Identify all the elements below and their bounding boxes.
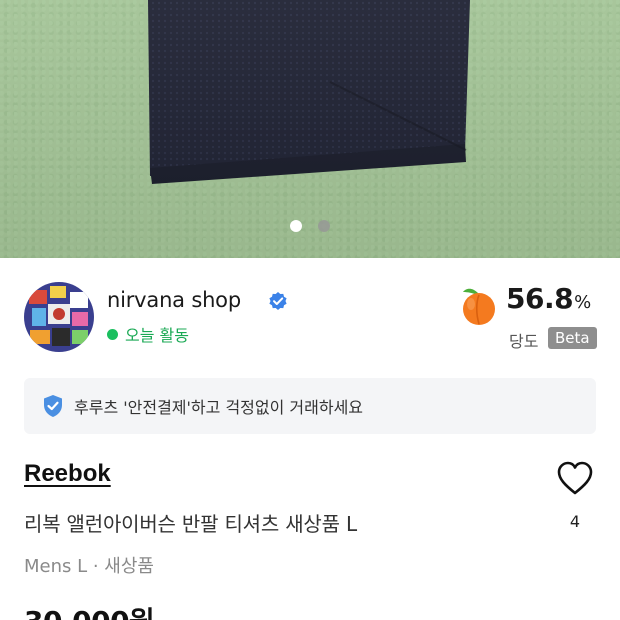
safe-payment-banner[interactable]: 후루츠 '안전결제'하고 걱정없이 거래하세요 (24, 378, 596, 434)
sweetness-score[interactable]: 56.8% (506, 282, 591, 315)
sweetness-unit: % (574, 292, 591, 313)
heart-icon[interactable] (556, 460, 594, 496)
activity-status: 오늘 활동 (107, 322, 189, 346)
seller-avatar[interactable] (24, 282, 94, 352)
peach-icon (463, 288, 495, 325)
sweetness-label: 당도 (509, 332, 539, 351)
seller-section[interactable]: nirvana shop 오늘 활동 56.8% 당도 Beta (24, 282, 597, 354)
product-price: 30,000원 (24, 600, 155, 620)
avatar-image (24, 282, 94, 352)
safe-payment-text: 후루츠 '안전결제'하고 걱정없이 거래하세요 (74, 398, 364, 417)
product-image-carousel[interactable] (0, 0, 620, 258)
sweetness-value: 56.8 (506, 282, 574, 315)
online-dot (107, 328, 118, 340)
shield-check-icon (44, 395, 62, 417)
brand-link[interactable]: Reebok (24, 460, 111, 488)
carousel-dot-2[interactable] (318, 220, 330, 232)
seller-name[interactable]: nirvana shop (107, 288, 241, 312)
product-title: 리복 앨런아이버슨 반팔 티셔츠 새상품 L (24, 512, 357, 536)
like-count: 4 (569, 512, 581, 531)
product-meta: Mens L · 새상품 (24, 556, 154, 577)
activity-status-text: 오늘 활동 (125, 326, 189, 345)
beta-badge: Beta (548, 327, 597, 349)
carousel-indicator (0, 220, 620, 232)
carousel-dot-1[interactable] (290, 220, 302, 232)
verified-check-icon (269, 292, 287, 310)
